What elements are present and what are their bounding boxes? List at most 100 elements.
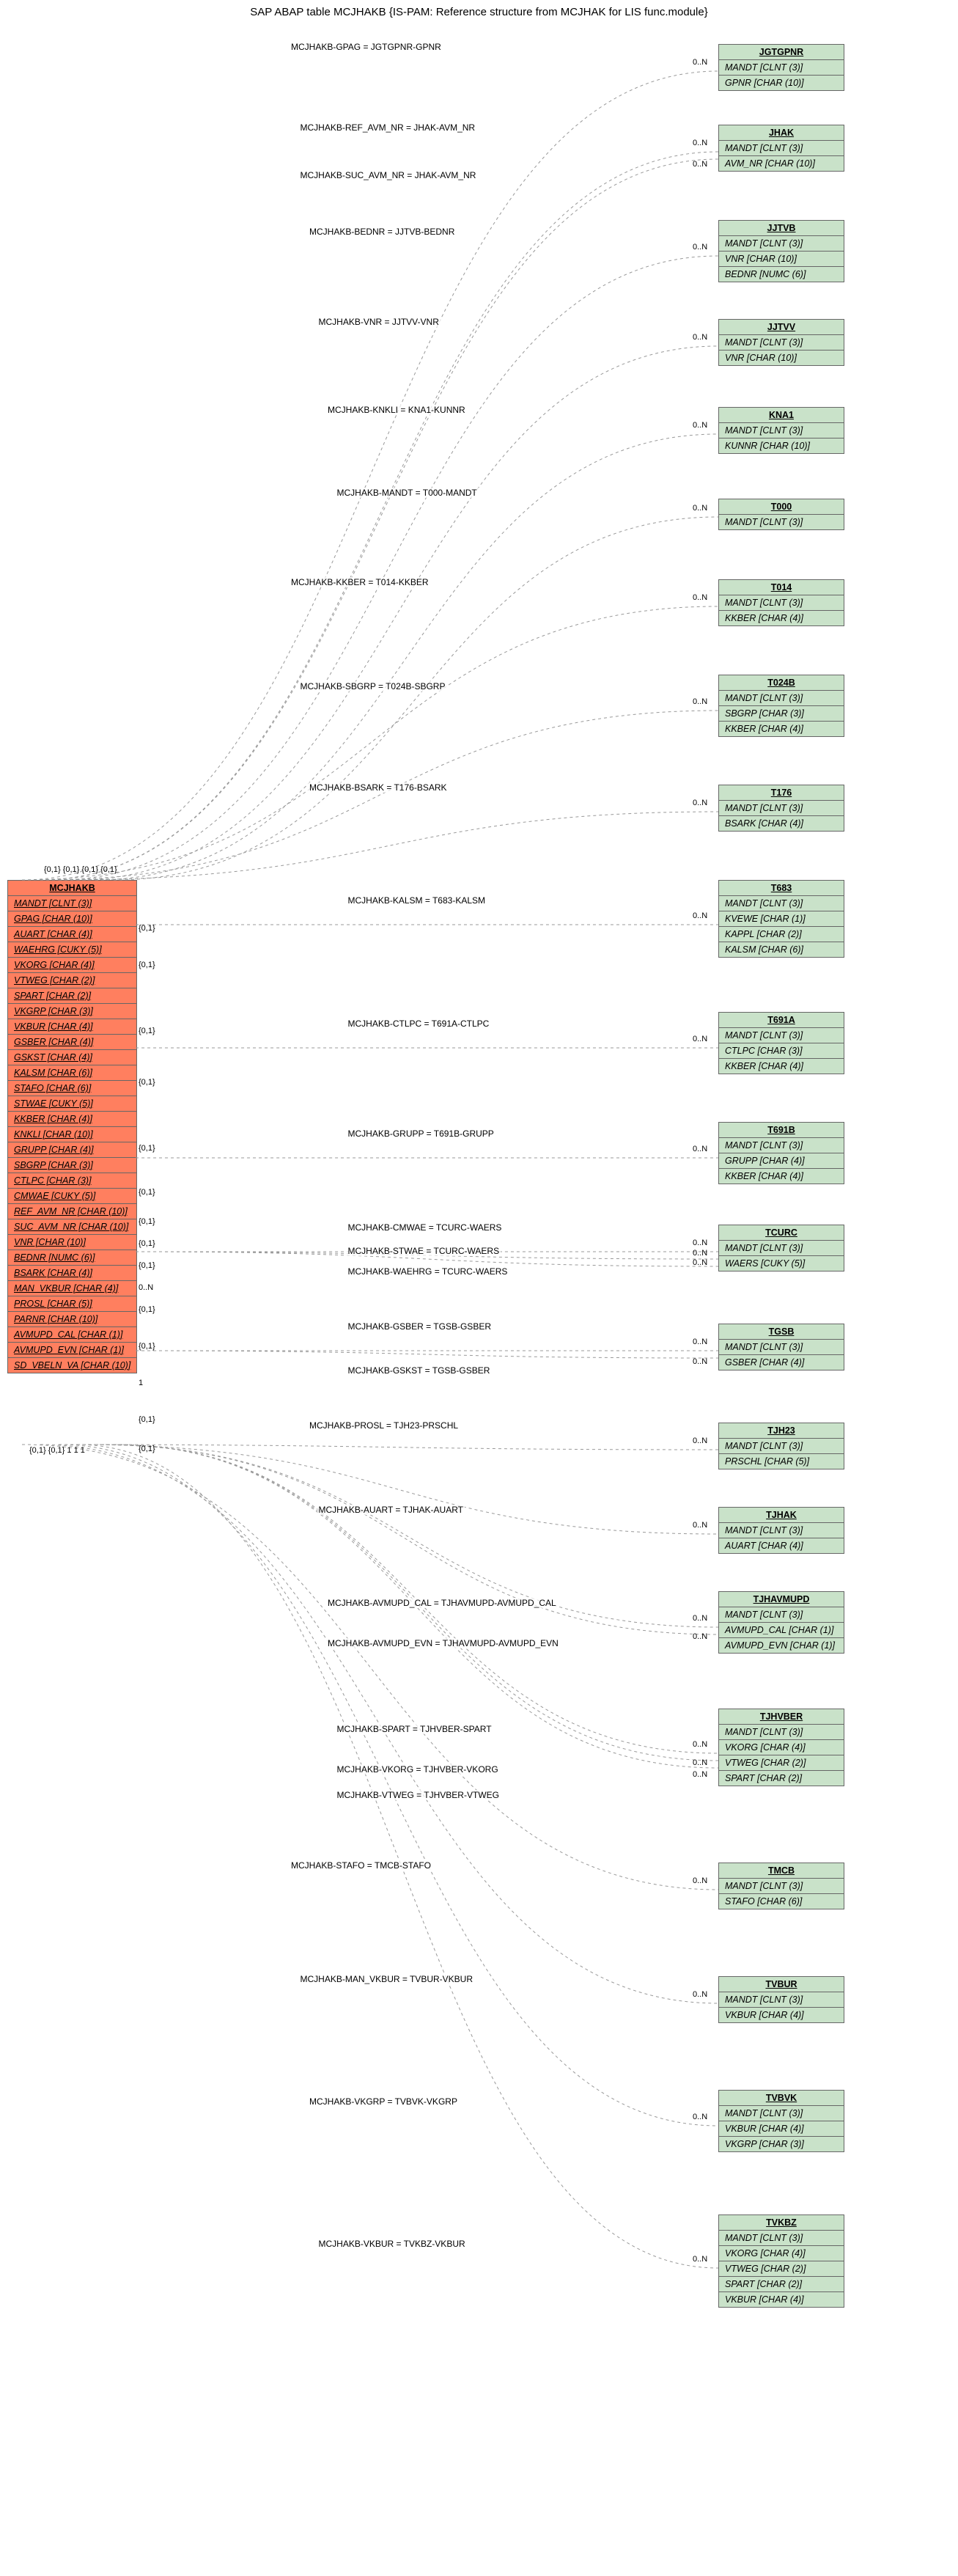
cardinality: 0..N: [693, 697, 707, 706]
field-row: VTWEG [CHAR (2)]: [719, 2261, 844, 2277]
edge-label: MCJHAKB-AVMUPD_CAL = TJHAVMUPD-AVMUPD_CA…: [326, 1598, 558, 1608]
cardinality: 0..N: [693, 799, 707, 807]
field-row: MANDT [CLNT (3)]: [719, 1992, 844, 2008]
table-t000: T000MANDT [CLNT (3)]: [718, 499, 844, 530]
cardinality: 0..N: [139, 1283, 153, 1292]
table-tjhak: TJHAKMANDT [CLNT (3)]AUART [CHAR (4)]: [718, 1507, 844, 1554]
field-row: MAN_VKBUR [CHAR (4)]: [8, 1281, 136, 1296]
edge-label: MCJHAKB-CTLPC = T691A-CTLPC: [347, 1019, 491, 1029]
cardinality: 0..N: [693, 1521, 707, 1530]
cardinality: {0,1} {0,1} 1 1 1: [29, 1446, 85, 1455]
table-tcurc: TCURCMANDT [CLNT (3)]WAERS [CUKY (5)]: [718, 1225, 844, 1272]
field-row: GPNR [CHAR (10)]: [719, 76, 844, 90]
cardinality: 0..N: [693, 1770, 707, 1779]
cardinality: 0..N: [693, 243, 707, 252]
cardinality: 0..N: [693, 160, 707, 169]
table-header: T691A: [719, 1013, 844, 1028]
table-header: TMCB: [719, 1863, 844, 1879]
field-row: KNKLI [CHAR (10)]: [8, 1127, 136, 1142]
cardinality: 0..N: [693, 1239, 707, 1247]
edge-label: MCJHAKB-PROSL = TJH23-PRSCHL: [308, 1420, 460, 1431]
edge-label: MCJHAKB-VKBUR = TVKBZ-VKBUR: [317, 2239, 467, 2249]
cardinality: 0..N: [693, 1876, 707, 1885]
cardinality: 0..N: [693, 1249, 707, 1258]
field-row: AVMUPD_CAL [CHAR (1)]: [719, 1623, 844, 1638]
table-header: TJH23: [719, 1423, 844, 1439]
table-t683: T683MANDT [CLNT (3)]KVEWE [CHAR (1)]KAPP…: [718, 880, 844, 958]
cardinality: {0,1}: [139, 1217, 155, 1226]
field-row: VKGRP [CHAR (3)]: [719, 2137, 844, 2151]
table-header: TJHAVMUPD: [719, 1592, 844, 1607]
field-row: AVMUPD_CAL [CHAR (1)]: [8, 1327, 136, 1343]
edge-label: MCJHAKB-BSARK = T176-BSARK: [308, 782, 449, 793]
field-row: KKBER [CHAR (4)]: [719, 1169, 844, 1184]
table-tmcb: TMCBMANDT [CLNT (3)]STAFO [CHAR (6)]: [718, 1863, 844, 1909]
field-row: SPART [CHAR (2)]: [719, 2277, 844, 2292]
cardinality: 0..N: [693, 1337, 707, 1346]
field-row: PRSCHL [CHAR (5)]: [719, 1454, 844, 1469]
field-row: GSBER [CHAR (4)]: [719, 1355, 844, 1370]
field-row: STAFO [CHAR (6)]: [719, 1894, 844, 1909]
table-mcjhakb-header: MCJHAKB: [8, 881, 136, 896]
field-row: VKORG [CHAR (4)]: [8, 958, 136, 973]
field-row: AVM_NR [CHAR (10)]: [719, 156, 844, 171]
cardinality: 0..N: [693, 421, 707, 430]
cardinality: 0..N: [693, 2113, 707, 2121]
field-row: KKBER [CHAR (4)]: [8, 1112, 136, 1127]
field-row: KVEWE [CHAR (1)]: [719, 911, 844, 927]
cardinality: {0,1}: [139, 924, 155, 933]
edge-label: MCJHAKB-MAN_VKBUR = TVBUR-VKBUR: [299, 1974, 475, 1984]
table-jhak: JHAKMANDT [CLNT (3)]AVM_NR [CHAR (10)]: [718, 125, 844, 172]
table-header: T014: [719, 580, 844, 595]
field-row: VKBUR [CHAR (4)]: [8, 1019, 136, 1035]
edge-label: MCJHAKB-WAEHRG = TCURC-WAERS: [347, 1266, 509, 1277]
edge-label: MCJHAKB-GPAG = JGTGPNR-GPNR: [290, 42, 443, 52]
edge-label: MCJHAKB-SUC_AVM_NR = JHAK-AVM_NR: [299, 170, 478, 180]
field-row: MANDT [CLNT (3)]: [719, 335, 844, 351]
field-row: GRUPP [CHAR (4)]: [719, 1153, 844, 1169]
field-row: VNR [CHAR (10)]: [719, 252, 844, 267]
cardinality: {0,1}: [139, 1445, 155, 1453]
edge-label: MCJHAKB-KNKLI = KNA1-KUNNR: [326, 405, 467, 415]
field-row: VKORG [CHAR (4)]: [719, 2246, 844, 2261]
field-row: GSBER [CHAR (4)]: [8, 1035, 136, 1050]
table-header: TJHAK: [719, 1508, 844, 1523]
table-t691b: T691BMANDT [CLNT (3)]GRUPP [CHAR (4)]KKB…: [718, 1122, 844, 1184]
table-header: TVBUR: [719, 1977, 844, 1992]
field-row: VTWEG [CHAR (2)]: [719, 1755, 844, 1771]
field-row: MANDT [CLNT (3)]: [719, 1879, 844, 1894]
field-row: VNR [CHAR (10)]: [8, 1235, 136, 1250]
field-row: BEDNR [NUMC (6)]: [8, 1250, 136, 1266]
table-header: TVBVK: [719, 2091, 844, 2106]
edge-label: MCJHAKB-REF_AVM_NR = JHAK-AVM_NR: [299, 122, 477, 133]
field-row: CTLPC [CHAR (3)]: [719, 1043, 844, 1059]
field-row: REF_AVM_NR [CHAR (10)]: [8, 1204, 136, 1219]
cardinality: 0..N: [693, 139, 707, 147]
field-row: VNR [CHAR (10)]: [719, 351, 844, 365]
table-header: T176: [719, 785, 844, 801]
field-row: VKBUR [CHAR (4)]: [719, 2008, 844, 2022]
field-row: VKBUR [CHAR (4)]: [719, 2292, 844, 2307]
table-header: JJTVB: [719, 221, 844, 236]
cardinality: 0..N: [693, 1614, 707, 1623]
edge-label: MCJHAKB-BEDNR = JJTVB-BEDNR: [308, 227, 456, 237]
cardinality: 0..N: [693, 1145, 707, 1153]
field-row: SBGRP [CHAR (3)]: [719, 706, 844, 722]
field-row: GPAG [CHAR (10)]: [8, 911, 136, 927]
field-row: KKBER [CHAR (4)]: [719, 1059, 844, 1074]
field-row: MANDT [CLNT (3)]: [719, 1439, 844, 1454]
table-header: T000: [719, 499, 844, 515]
edge-label: MCJHAKB-VTWEG = TJHVBER-VTWEG: [336, 1790, 501, 1800]
page-title: SAP ABAP table MCJHAKB {IS-PAM: Referenc…: [0, 6, 958, 18]
table-header: TCURC: [719, 1225, 844, 1241]
cardinality: {0,1}: [139, 1239, 155, 1248]
table-t176: T176MANDT [CLNT (3)]BSARK [CHAR (4)]: [718, 785, 844, 832]
field-row: VKBUR [CHAR (4)]: [719, 2121, 844, 2137]
field-row: KAPPL [CHAR (2)]: [719, 927, 844, 942]
table-tjhavmupd: TJHAVMUPDMANDT [CLNT (3)]AVMUPD_CAL [CHA…: [718, 1591, 844, 1654]
field-row: AVMUPD_EVN [CHAR (1)]: [719, 1638, 844, 1653]
table-header: JGTGPNR: [719, 45, 844, 60]
edge-label: MCJHAKB-VKORG = TJHVBER-VKORG: [336, 1764, 500, 1775]
field-row: MANDT [CLNT (3)]: [719, 1523, 844, 1538]
field-row: AVMUPD_EVN [CHAR (1)]: [8, 1343, 136, 1358]
